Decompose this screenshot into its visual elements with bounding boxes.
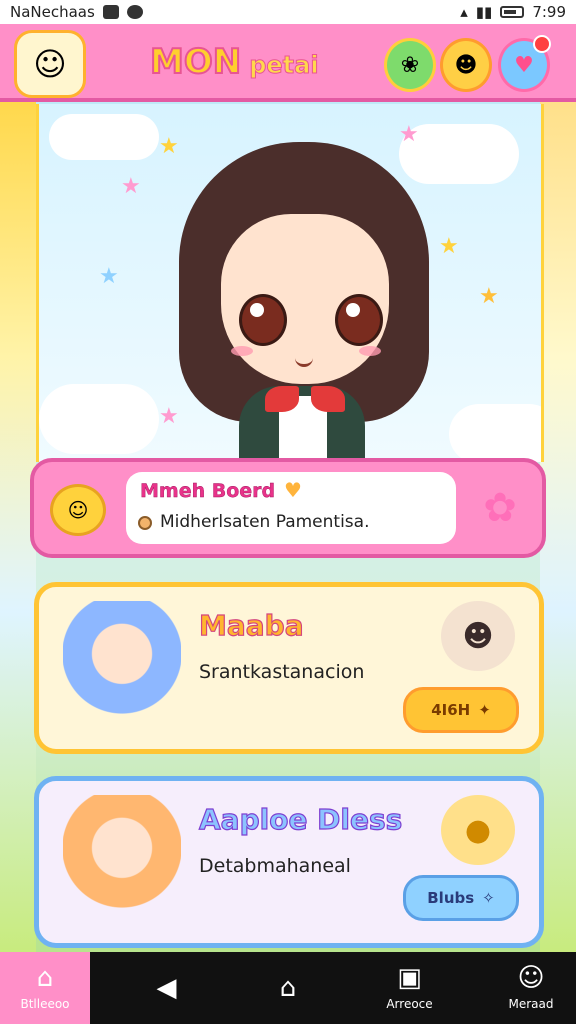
battery-icon [500,6,525,18]
star-icon: ★ [121,174,141,199]
star-icon: ★ [159,134,179,159]
friend-card[interactable]: Aaploe Dless Detabmahaneal ● Blubs ✧ [34,776,544,948]
friend-description: Srantkastanacion [199,661,365,683]
friend-action-label: Blubs [427,889,475,907]
main-content: ★ ★ ★ ★ ★ ★ ★ ☺ Mmeh Boerd ♥ Midherlsate… [0,102,576,952]
star-icon: ★ [479,284,499,309]
app-title: MON petai [149,41,380,86]
profile-icon: ☺ [517,963,545,993]
character-blush [231,346,253,356]
status-right: ▴ ▮▮ 7:99 [460,3,566,21]
friend-description: Detabmahaneal [199,855,351,877]
character-eye [335,294,383,346]
status-time: 7:99 [532,3,566,21]
status-bar: NaNechaas ▴ ▮▮ 7:99 [0,0,576,24]
star-icon: ★ [399,122,419,147]
cloud-decoration [49,114,159,160]
notification-dot [533,35,551,53]
title-main: MON [149,41,242,83]
image-icon [102,5,119,19]
message-title: Mmeh Boerd [140,480,276,502]
star-icon: ★ [99,264,119,289]
signal-icon: ▮▮ [475,3,493,21]
nav-home-square[interactable]: ⌂ [243,952,333,1024]
square-icon: ▣ [397,963,422,993]
friend-name: Maaba [198,608,304,642]
friend-avatar [63,601,181,733]
friend-card[interactable]: Maaba Srantkastanacion ☻ 4I6H ✦ [34,582,544,754]
candy-icon: ✦ [478,701,491,719]
hero-character-panel: ★ ★ ★ ★ ★ ★ ★ [36,104,544,462]
cloud-decoration [39,384,159,454]
cat-icon: ☻ [441,601,515,671]
wifi-icon: ▴ [460,3,468,21]
nav-label: Btlleeoo [20,997,70,1011]
character-blush [359,346,381,356]
pet-icon[interactable]: ☻ [440,38,492,92]
candy-icon[interactable]: ✿ [474,480,526,536]
home-icon: ⌂ [36,963,54,993]
bow-icon [265,386,345,414]
nav-profile[interactable]: ☺ Meraad [486,952,576,1024]
friend-name: Aaploe Dless [198,802,403,836]
blob-icon: ● [441,795,515,865]
nav-back[interactable]: ◀ [122,952,212,1024]
chat-bubble-icon[interactable]: ☺ [50,484,106,536]
nav-home[interactable]: ⌂ Btlleeoo [0,952,90,1024]
chat-icon [126,5,143,19]
bottom-nav: ⌂ Btlleeoo ◀ ⌂ ▣ Arreoce ☺ Meraad [0,952,576,1024]
title-sub: petai [249,51,319,80]
friend-action-label: 4I6H [431,701,471,719]
nav-square[interactable]: ▣ Arreoce [365,952,455,1024]
star-icon: ★ [439,234,459,259]
heart-icon[interactable]: ♥ [498,35,551,92]
character-eye [239,294,287,346]
friend-action-button[interactable]: 4I6H ✦ [403,687,519,733]
message-text: Midherlsaten Pamentisa. [160,512,370,532]
friend-action-button[interactable]: Blubs ✧ [403,875,519,921]
app-header: ☺ MON petai ❀ ☻ ♥ [0,24,576,102]
back-icon: ◀ [156,973,177,1003]
star-icon: ★ [159,404,179,429]
home-square-icon: ⌂ [279,973,297,1003]
cloud-decoration [449,404,541,462]
status-app-label: NaNechaas [10,3,95,21]
message-bubble: Mmeh Boerd ♥ Midherlsaten Pamentisa. [126,472,456,544]
heart-icon: ♥ [284,478,302,502]
status-left: NaNechaas [10,3,143,21]
leaf-icon[interactable]: ❀ [384,38,436,92]
nav-label: Arreoce [386,997,433,1011]
friend-avatar [63,795,181,927]
avatar-icon[interactable]: ☺ [14,30,86,98]
nav-label: Meraad [508,997,554,1011]
dot-icon [138,516,152,530]
sparkle-icon: ✧ [482,889,495,907]
message-card[interactable]: ☺ Mmeh Boerd ♥ Midherlsaten Pamentisa. ✿ [30,458,546,558]
